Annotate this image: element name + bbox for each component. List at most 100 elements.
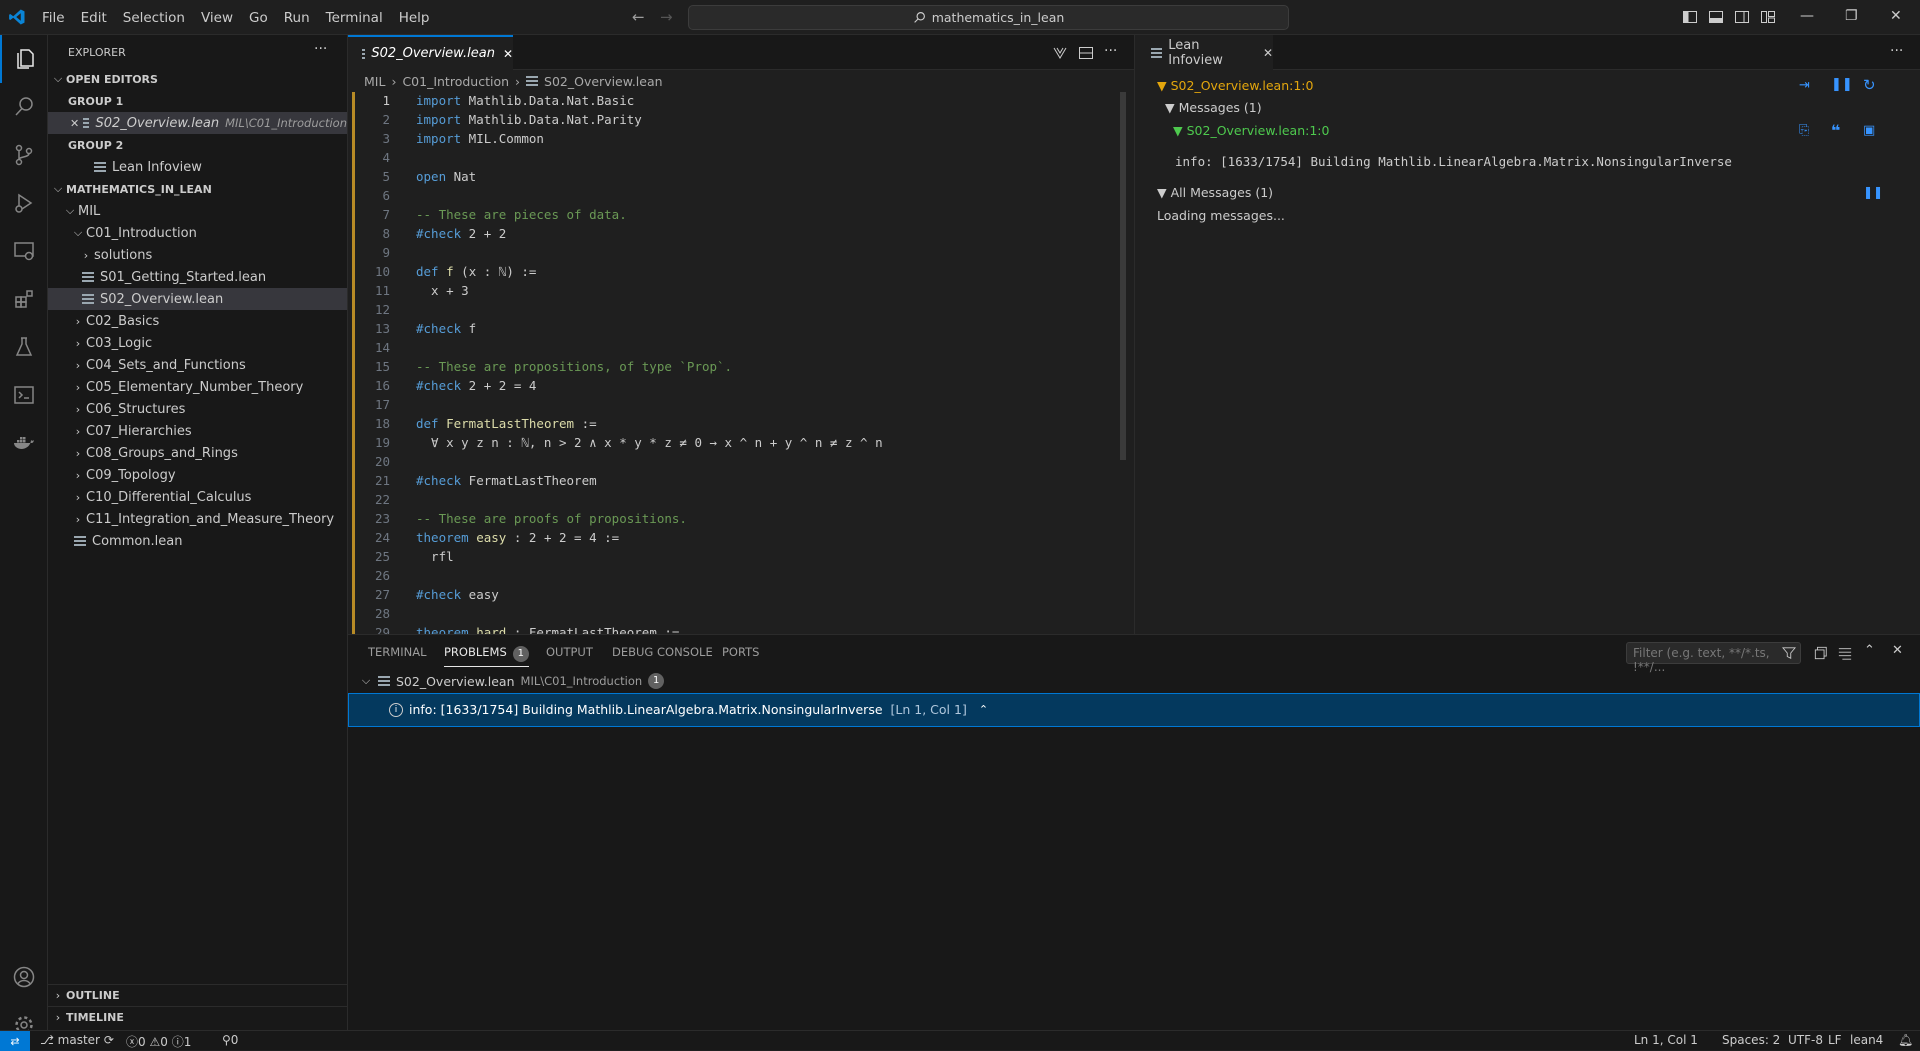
- toggle-panel-icon[interactable]: [1708, 9, 1724, 25]
- cursor-position[interactable]: Ln 1, Col 1: [1634, 1033, 1698, 1047]
- toggle-secondary-sidebar-icon[interactable]: [1734, 9, 1750, 25]
- close-tab-icon[interactable]: ✕: [503, 47, 513, 61]
- tab-problems[interactable]: PROBLEMS 1: [444, 645, 529, 667]
- close-window-button[interactable]: ✕: [1890, 8, 1902, 24]
- code-line[interactable]: theorem easy : 2 + 2 = 4 :=: [416, 530, 619, 545]
- restore-button[interactable]: ❐: [1845, 8, 1858, 24]
- search-activity[interactable]: [0, 83, 48, 131]
- menu-go[interactable]: Go: [241, 10, 276, 26]
- folder-c08[interactable]: › C08_Groups_and_Rings: [48, 442, 347, 464]
- folder-c02[interactable]: › C02_Basics: [48, 310, 347, 332]
- tab-output[interactable]: OUTPUT: [546, 645, 593, 659]
- clipboard-icon[interactable]: ▣: [1863, 123, 1875, 138]
- code-line[interactable]: theorem hard : FermatLastTheorem :=: [416, 625, 679, 634]
- docker-activity[interactable]: [0, 419, 48, 467]
- folder-c06[interactable]: › C06_Structures: [48, 398, 347, 420]
- refresh-icon[interactable]: ↻: [1863, 76, 1876, 94]
- code-line[interactable]: rfl: [416, 549, 454, 564]
- file-s02[interactable]: S02_Overview.lean: [48, 288, 347, 310]
- explorer-activity[interactable]: [0, 35, 48, 83]
- open-editor-s02[interactable]: ✕ S02_Overview.lean MIL\C01_Introduction: [48, 112, 347, 134]
- quote-icon[interactable]: ❝: [1831, 121, 1840, 140]
- branch-status[interactable]: ⎇ master ⟳: [40, 1033, 114, 1047]
- code-line[interactable]: -- These are proofs of propositions.: [416, 511, 687, 526]
- filter-icon[interactable]: [1782, 646, 1796, 660]
- indentation[interactable]: Spaces: 2: [1722, 1033, 1780, 1047]
- code-line[interactable]: import Mathlib.Data.Nat.Basic: [416, 93, 634, 108]
- ports-status[interactable]: ⚲0: [222, 1033, 238, 1047]
- menu-selection[interactable]: Selection: [115, 10, 193, 26]
- problems-filter-input[interactable]: Filter (e.g. text, **/*.ts, !**/...: [1626, 642, 1801, 674]
- folder-solutions[interactable]: › solutions: [48, 244, 347, 266]
- close-icon[interactable]: ✕: [70, 117, 79, 130]
- back-arrow-icon[interactable]: ←: [632, 8, 645, 26]
- terminal-activity[interactable]: [0, 371, 48, 419]
- split-editor-icon[interactable]: [1078, 45, 1094, 61]
- editor-more-actions-icon[interactable]: ···: [1104, 43, 1117, 59]
- folder-c09[interactable]: › C09_Topology: [48, 464, 347, 486]
- problems-file-row[interactable]: ⌵ S02_Overview.lean MIL\C01_Introduction…: [358, 671, 665, 691]
- tab-terminal[interactable]: TERMINAL: [368, 645, 426, 659]
- extensions-activity[interactable]: [0, 275, 48, 323]
- menu-help[interactable]: Help: [391, 10, 438, 26]
- command-center-search[interactable]: mathematics_in_lean: [688, 5, 1289, 30]
- messages-header[interactable]: ▼ Messages (1): [1165, 100, 1262, 115]
- problems-status[interactable]: ⓧ0 ⚠0 ⓘ1: [126, 1033, 191, 1050]
- notifications-bell-icon[interactable]: 🔔︎: [1898, 1033, 1913, 1047]
- tab-debug-console[interactable]: DEBUG CONSOLE: [612, 645, 713, 659]
- folder-c03[interactable]: › C03_Logic: [48, 332, 347, 354]
- code-line[interactable]: import MIL.Common: [416, 131, 544, 146]
- copy-to-comment-icon[interactable]: ⎘: [1799, 123, 1809, 138]
- pause-icon[interactable]: ❚❚: [1863, 185, 1883, 199]
- code-editor[interactable]: 1 import Mathlib.Data.Nat.Basic 2 import Ma…: [348, 92, 1128, 634]
- folder-c04[interactable]: › C04_Sets_and_Functions: [48, 354, 347, 376]
- outline-header[interactable]: › OUTLINE: [48, 984, 347, 1006]
- folder-mil[interactable]: ⌵ MIL: [48, 200, 347, 222]
- accounts-activity[interactable]: [0, 953, 48, 1001]
- minimize-button[interactable]: —: [1800, 8, 1814, 24]
- maximize-panel-icon[interactable]: ⌃: [1864, 643, 1875, 658]
- folder-c11[interactable]: › C11_Integration_and_Measure_Theory: [48, 508, 347, 530]
- file-s01[interactable]: S01_Getting_Started.lean: [48, 266, 347, 288]
- lean-infoview-toggle-icon[interactable]: [1052, 45, 1068, 61]
- menu-file[interactable]: File: [34, 10, 73, 26]
- menu-run[interactable]: Run: [276, 10, 318, 26]
- code-line[interactable]: def f (x : ℕ) :=: [416, 264, 536, 279]
- language-mode[interactable]: lean4: [1850, 1033, 1883, 1047]
- breadcrumb-mil[interactable]: MIL: [364, 74, 385, 89]
- message-position[interactable]: ▼ S02_Overview.lean:1:0: [1173, 123, 1329, 138]
- folder-c01[interactable]: ⌵ C01_Introduction: [48, 222, 347, 244]
- more-actions-icon[interactable]: ···: [314, 41, 327, 57]
- breadcrumb-c01[interactable]: C01_Introduction: [402, 74, 509, 89]
- tab-ports[interactable]: PORTS: [722, 645, 759, 659]
- code-line[interactable]: #check 2 + 2 = 4: [416, 378, 536, 393]
- close-panel-icon[interactable]: ✕: [1892, 643, 1903, 658]
- workspace-header[interactable]: ⌵ MATHEMATICS_IN_LEAN: [48, 178, 347, 200]
- tab-s02-overview[interactable]: S02_Overview.lean ✕: [348, 35, 513, 70]
- customize-layout-icon[interactable]: [1760, 9, 1776, 25]
- run-debug-activity[interactable]: [0, 179, 48, 227]
- open-editor-infoview[interactable]: Lean Infoview: [48, 156, 347, 178]
- code-line[interactable]: import Mathlib.Data.Nat.Parity: [416, 112, 642, 127]
- code-line[interactable]: #check f: [416, 321, 476, 336]
- all-messages-header[interactable]: ▼ All Messages (1): [1157, 185, 1273, 200]
- code-line[interactable]: #check easy: [416, 587, 499, 602]
- code-line[interactable]: -- These are pieces of data.: [416, 207, 627, 222]
- code-line[interactable]: x + 3: [416, 283, 469, 298]
- encoding[interactable]: UTF-8: [1788, 1033, 1823, 1047]
- forward-arrow-icon[interactable]: →: [660, 8, 673, 26]
- pin-icon[interactable]: ⇥: [1799, 78, 1810, 93]
- menu-view[interactable]: View: [193, 10, 241, 26]
- code-line[interactable]: #check 2 + 2: [416, 226, 506, 241]
- problem-row[interactable]: i info: [1633/1754] Building Mathlib.Lin…: [348, 693, 1920, 727]
- editor-scrollbar[interactable]: [1120, 92, 1126, 460]
- toggle-primary-sidebar-icon[interactable]: [1682, 9, 1698, 25]
- infoview-position-header[interactable]: ▼ S02_Overview.lean:1:0: [1157, 78, 1313, 93]
- infoview-more-actions-icon[interactable]: ···: [1890, 43, 1903, 59]
- source-control-activity[interactable]: [0, 131, 48, 179]
- tab-lean-infoview[interactable]: Lean Infoview ✕: [1135, 35, 1273, 70]
- breadcrumb-file[interactable]: S02_Overview.lean: [544, 74, 663, 89]
- file-common[interactable]: Common.lean: [48, 530, 347, 552]
- folder-c05[interactable]: › C05_Elementary_Number_Theory: [48, 376, 347, 398]
- menu-edit[interactable]: Edit: [73, 10, 115, 26]
